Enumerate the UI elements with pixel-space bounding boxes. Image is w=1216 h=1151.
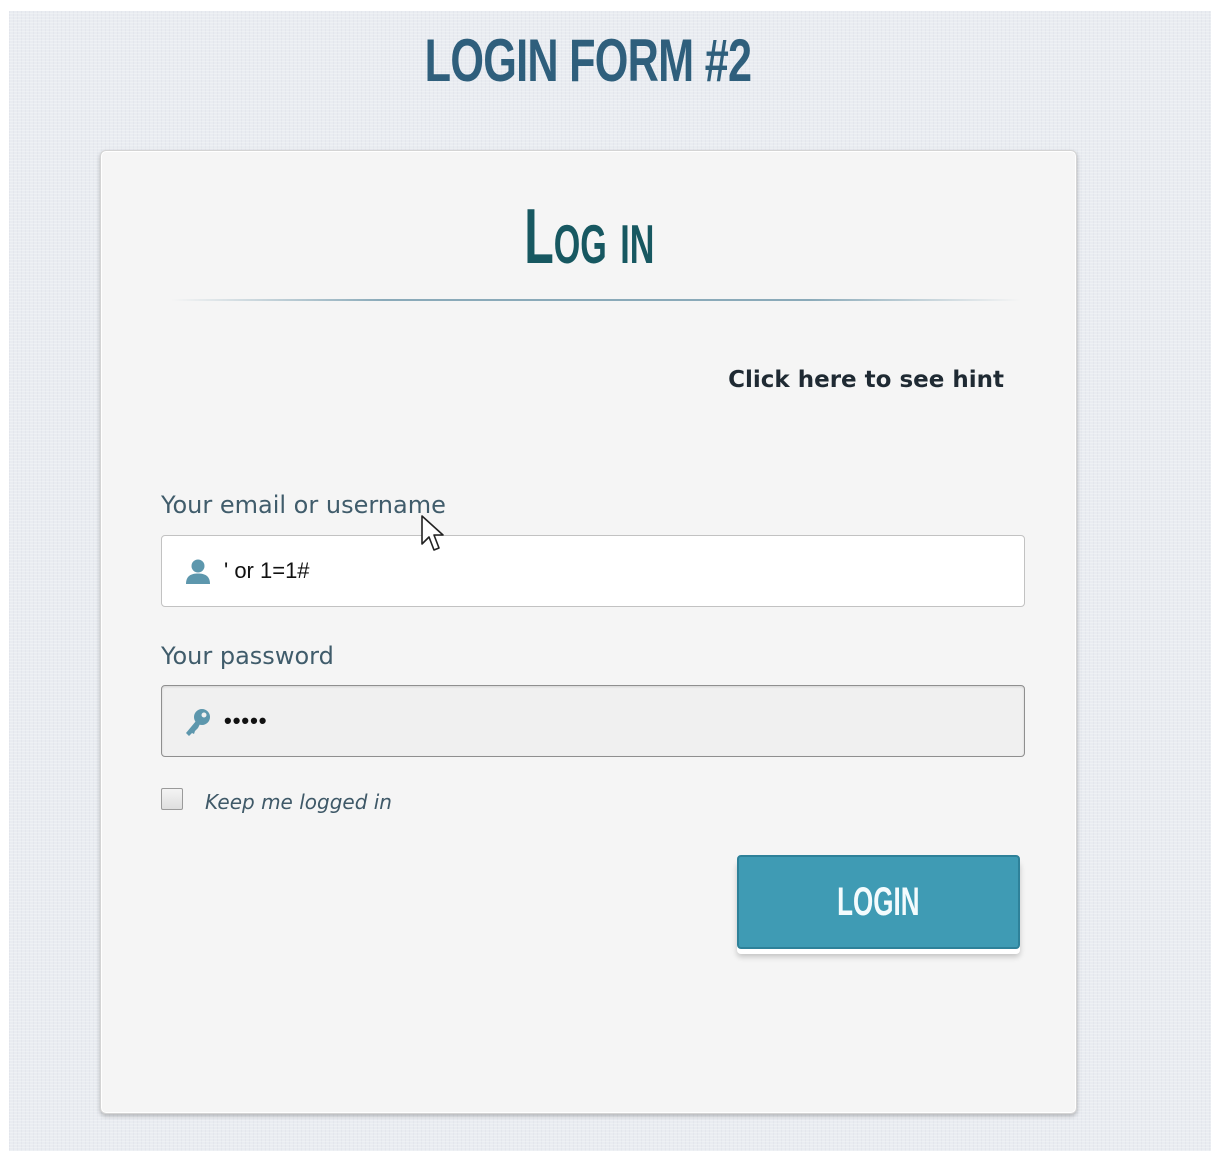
login-button[interactable]: LOGIN: [737, 855, 1020, 949]
username-label: Your email or username: [161, 491, 446, 519]
mouse-pointer-icon: [421, 515, 444, 551]
key-icon: [186, 709, 210, 736]
page-title: LOGIN FORM #2: [424, 27, 752, 94]
user-icon: [186, 559, 210, 584]
login-button-label: LOGIN: [837, 880, 920, 924]
password-input[interactable]: [224, 686, 1004, 756]
login-card: Log in Click here to see hint Your email…: [100, 150, 1077, 1114]
remember-me[interactable]: Keep me logged in: [161, 785, 392, 814]
password-field[interactable]: [161, 685, 1025, 757]
remember-checkbox[interactable]: [161, 788, 183, 810]
password-label: Your password: [161, 642, 334, 670]
username-field[interactable]: [161, 535, 1025, 607]
heading-divider: [171, 299, 1021, 301]
hint-link[interactable]: Click here to see hint: [728, 367, 1004, 393]
form-heading: Log in: [524, 192, 655, 280]
remember-label: Keep me logged in: [205, 790, 392, 814]
username-input[interactable]: [224, 536, 1004, 606]
